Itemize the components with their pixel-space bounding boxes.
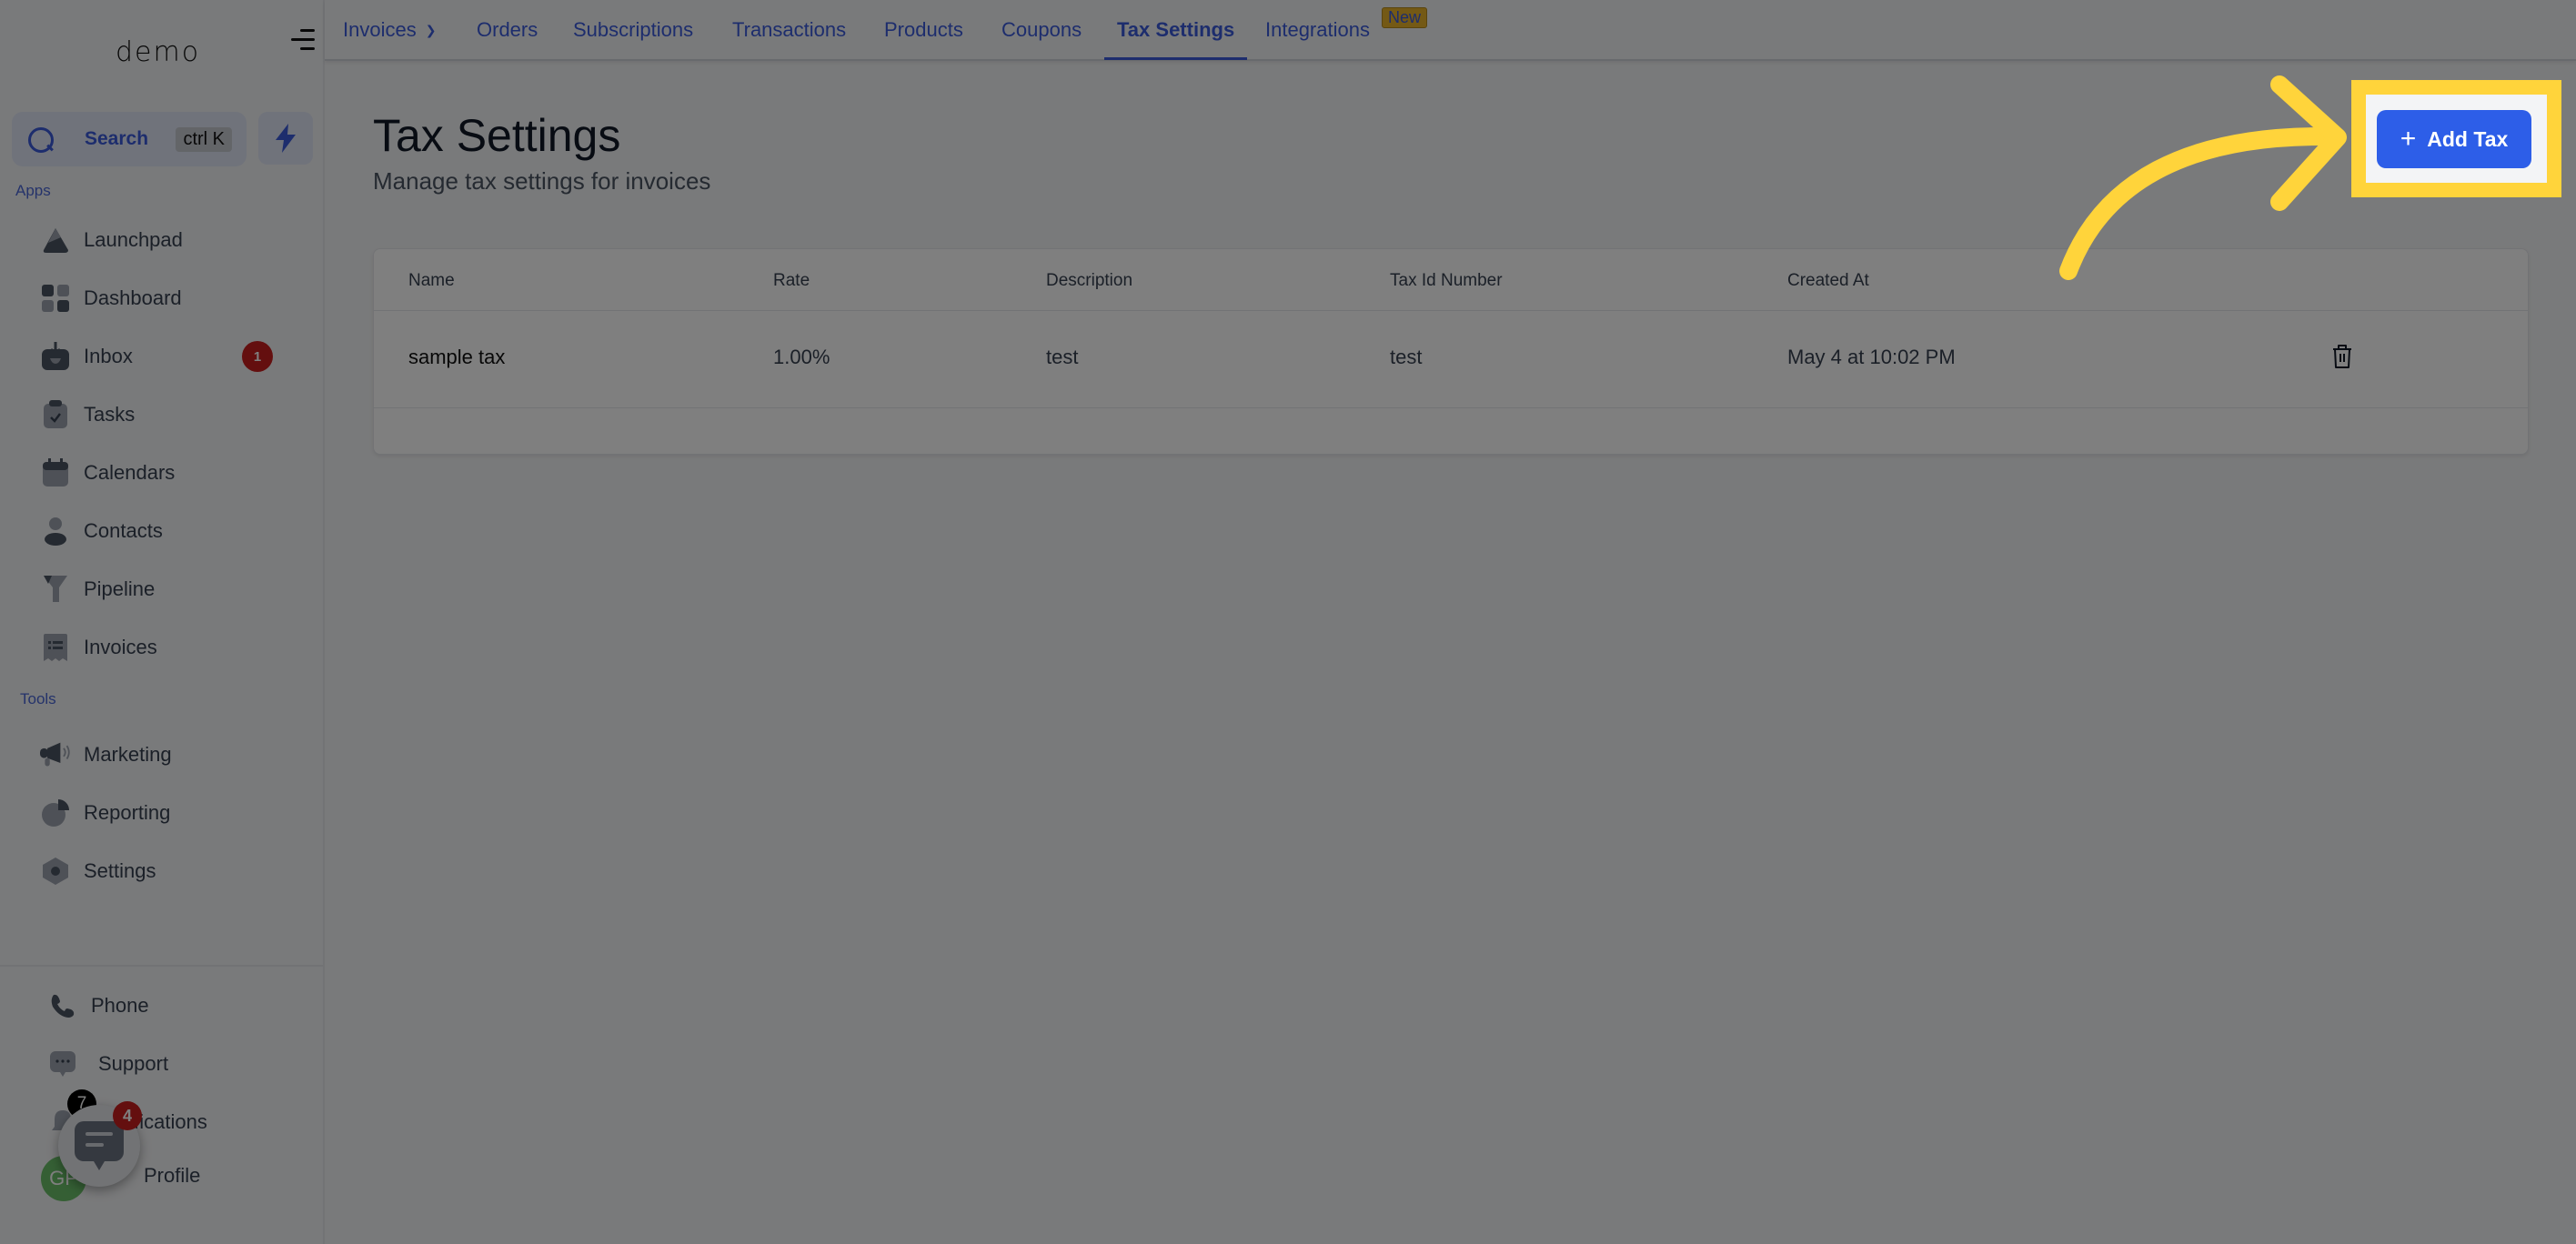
sidebar-item-label: Inbox <box>84 345 133 367</box>
sidebar-item-invoices[interactable]: Invoices <box>36 625 300 670</box>
sidebar-item-label: Marketing <box>84 743 172 766</box>
tab-coupons[interactable]: Coupons <box>1001 0 1082 60</box>
tab-tax-settings[interactable]: Tax Settings <box>1103 0 1248 60</box>
sidebar: demo Search ctrl K Apps Launchpad Dashbo… <box>0 0 325 1244</box>
column-header-tax-id[interactable]: Tax Id Number <box>1390 271 1503 291</box>
logo: demo <box>116 36 201 68</box>
tab-orders[interactable]: Orders <box>477 0 538 60</box>
search-shortcut: ctrl K <box>176 126 232 152</box>
page-title: Tax Settings <box>373 110 621 161</box>
support-icon <box>47 1048 78 1079</box>
cell-created-at: May 4 at 10:02 PM <box>1787 346 1956 368</box>
column-header-rate[interactable]: Rate <box>773 271 810 291</box>
tab-label: Tax Settings <box>1117 18 1235 41</box>
chevron-down-icon: ❯ <box>425 22 437 37</box>
pie-chart-icon <box>40 798 71 828</box>
sidebar-item-label: Phone <box>91 994 149 1017</box>
sidebar-item-support[interactable]: Support <box>44 1041 307 1087</box>
new-badge: New <box>1382 7 1428 28</box>
launchpad-icon <box>40 225 71 256</box>
tab-label: Subscriptions <box>573 18 694 41</box>
search-input[interactable]: Search ctrl K <box>12 112 247 166</box>
cell-rate: 1.00% <box>773 346 830 368</box>
sidebar-item-label: Profile <box>144 1164 201 1187</box>
search-label: Search <box>85 128 149 149</box>
sidebar-item-label: Reporting <box>84 801 171 824</box>
menu-line <box>300 29 315 32</box>
calendar-icon <box>40 457 71 488</box>
sidebar-item-label: Calendars <box>84 461 176 484</box>
phone-icon <box>47 990 78 1021</box>
bolt-icon <box>276 124 296 153</box>
table-header: Name Rate Description Tax Id Number Crea… <box>374 249 2528 311</box>
tab-label: Invoices <box>343 18 417 41</box>
plus-icon: + <box>2400 124 2417 154</box>
search-icon <box>26 125 54 153</box>
sidebar-item-label: Dashboard <box>84 286 182 309</box>
tab-invoices[interactable]: Invoices ❯ <box>343 0 436 60</box>
apps-section-label: Apps <box>15 182 51 199</box>
sidebar-item-label: Tasks <box>84 403 136 426</box>
tools-section-label: Tools <box>20 690 56 707</box>
cell-tax-id: test <box>1390 346 1423 368</box>
column-header-created-at[interactable]: Created At <box>1787 271 1869 291</box>
tab-label: Orders <box>477 18 538 41</box>
cell-description: test <box>1046 346 1079 368</box>
tab-transactions[interactable]: Transactions <box>732 0 846 60</box>
sidebar-item-contacts[interactable]: Contacts <box>36 508 300 554</box>
menu-line <box>300 47 315 50</box>
sidebar-item-label: Launchpad <box>84 228 183 251</box>
menu-line <box>291 38 315 41</box>
sidebar-item-calendars[interactable]: Calendars <box>36 450 300 496</box>
megaphone-icon <box>40 739 71 770</box>
cell-name: sample tax <box>408 346 506 368</box>
top-nav: Invoices ❯ Orders Subscriptions Transact… <box>325 0 2576 61</box>
add-tax-label: Add Tax <box>2427 126 2509 151</box>
table-row[interactable]: sample tax 1.00% test test May 4 at 10:0… <box>374 311 2528 408</box>
sidebar-item-launchpad[interactable]: Launchpad <box>36 217 300 263</box>
sidebar-item-settings[interactable]: Settings <box>36 848 300 894</box>
tab-subscriptions[interactable]: Subscriptions <box>573 0 693 60</box>
column-header-description[interactable]: Description <box>1046 271 1132 291</box>
arrow-head <box>2270 75 2347 211</box>
sidebar-item-dashboard[interactable]: Dashboard <box>36 276 300 321</box>
tab-label: Products <box>884 18 963 41</box>
tax-table: Name Rate Description Tax Id Number Crea… <box>373 248 2529 455</box>
sidebar-item-label: Support <box>98 1052 169 1075</box>
tasks-icon <box>40 399 71 430</box>
tab-integrations[interactable]: Integrations <box>1265 0 1370 60</box>
tab-label: Integrations <box>1265 18 1370 41</box>
collapse-sidebar-button[interactable] <box>291 27 318 53</box>
page-subtitle: Manage tax settings for invoices <box>373 167 711 195</box>
sidebar-item-tasks[interactable]: Tasks <box>36 392 300 437</box>
tab-products[interactable]: Products <box>884 0 963 60</box>
dashboard-icon <box>40 283 71 314</box>
inbox-badge: 1 <box>242 341 273 372</box>
sidebar-item-reporting[interactable]: Reporting <box>36 790 300 836</box>
chat-widget-badge: 4 <box>113 1101 142 1130</box>
sidebar-item-label: Settings <box>84 859 156 882</box>
settings-icon <box>40 856 71 887</box>
sidebar-item-phone[interactable]: Phone <box>44 983 307 1028</box>
sidebar-divider <box>0 965 325 967</box>
tab-label: Coupons <box>1001 18 1082 41</box>
sidebar-item-label: Contacts <box>84 519 163 542</box>
tab-label: Transactions <box>732 18 847 41</box>
sidebar-item-label: Pipeline <box>84 577 156 600</box>
sidebar-item-label: Invoices <box>84 636 157 658</box>
quick-actions-button[interactable] <box>258 112 313 165</box>
contacts-icon <box>40 516 71 547</box>
sidebar-item-pipeline[interactable]: Pipeline <box>36 567 300 612</box>
pipeline-icon <box>40 574 71 605</box>
sidebar-item-inbox[interactable]: Inbox 1 <box>36 334 300 379</box>
column-header-name[interactable]: Name <box>408 271 455 291</box>
inbox-icon <box>40 341 71 372</box>
delete-button[interactable] <box>2331 344 2357 371</box>
sidebar-item-marketing[interactable]: Marketing <box>36 732 300 778</box>
invoices-icon <box>40 632 71 663</box>
trash-icon <box>2333 345 2351 368</box>
add-tax-button[interactable]: + Add Tax <box>2377 110 2531 168</box>
